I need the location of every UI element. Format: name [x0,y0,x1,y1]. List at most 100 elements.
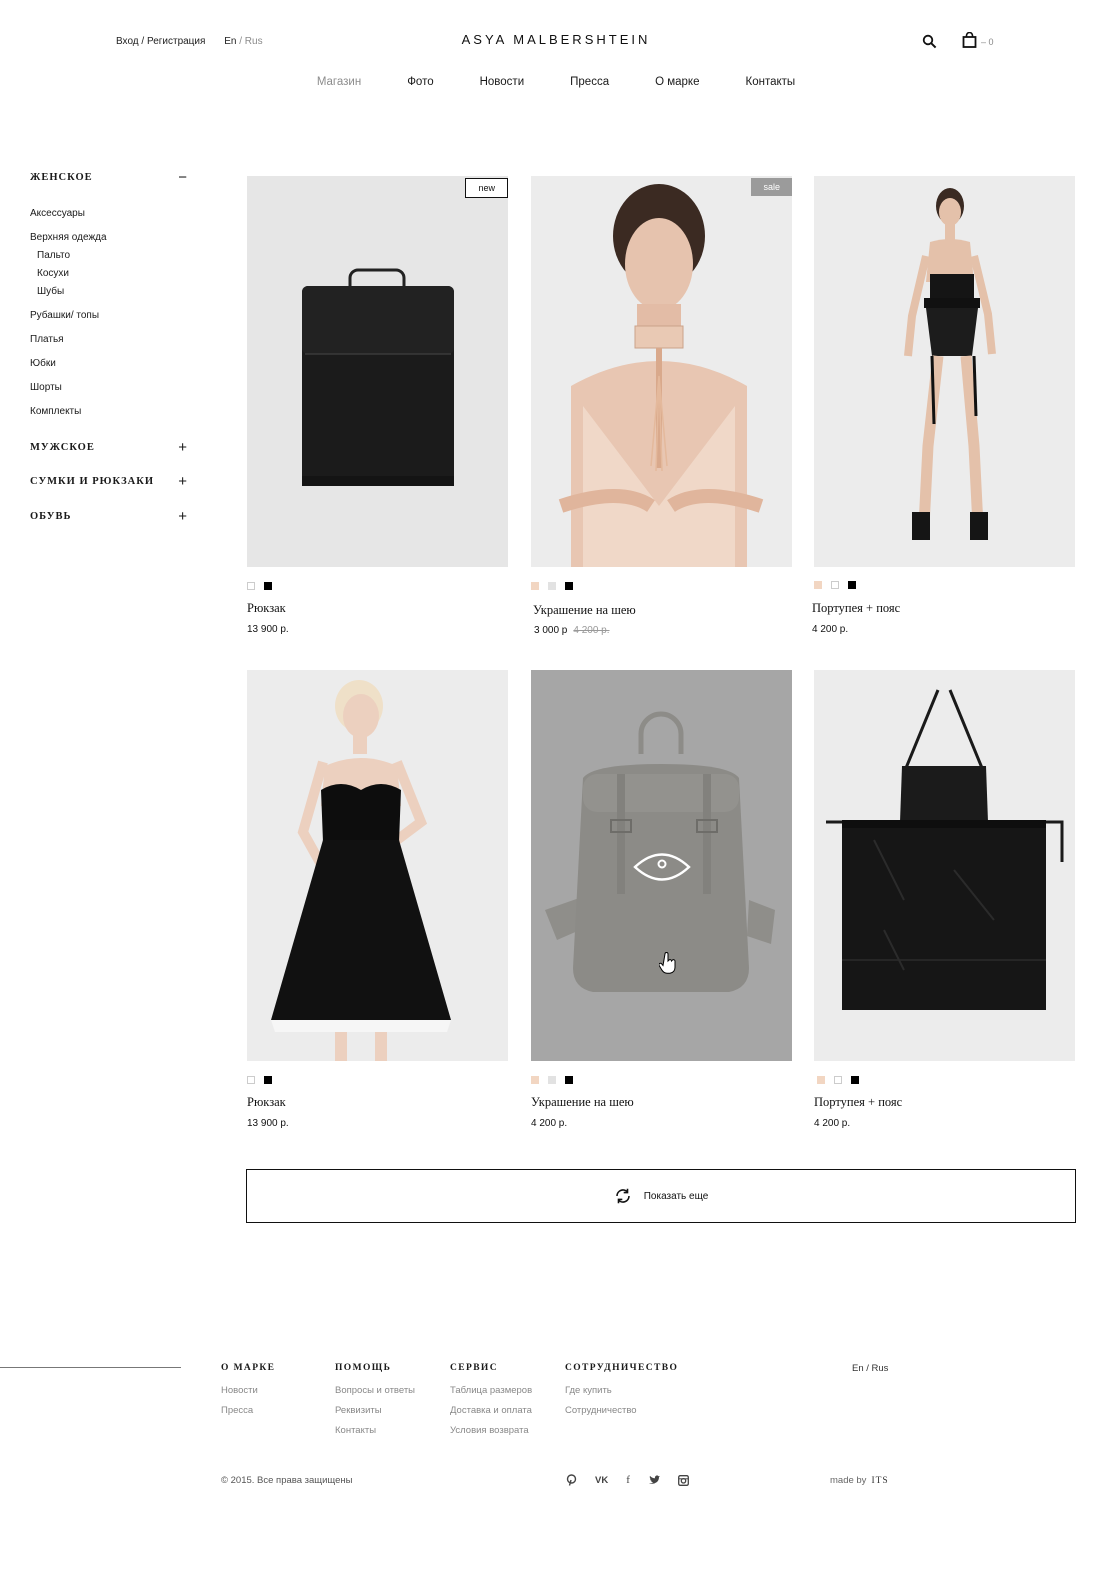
quick-view-eye-icon[interactable] [633,850,691,884]
product-image-dress[interactable] [247,670,508,1061]
nav-about[interactable]: О марке [655,76,699,88]
expand-icon[interactable]: + [178,509,188,524]
product-name[interactable]: Портупея + пояс [812,601,900,616]
product-name[interactable]: Рюкзак [247,601,286,616]
category-shoes[interactable]: ОБУВЬ + [30,509,188,524]
price-current: 4 200 р. [531,1118,568,1129]
footer-link[interactable]: Таблица размеров [450,1385,532,1405]
model-dress-illustration [271,680,451,1061]
facebook-link[interactable]: f [626,1473,630,1487]
refresh-icon [615,1188,630,1204]
pinterest-icon[interactable] [566,1473,577,1487]
made-by-link[interactable]: ITS [871,1476,888,1486]
swatch-nude[interactable] [814,581,822,589]
product-image-neck-ornament[interactable]: sale [531,176,792,567]
swatch-white[interactable] [834,1076,842,1084]
model-harness-illustration [904,188,996,540]
subcategory-outerwear[interactable]: Верхняя одежда [30,230,200,248]
footer-heading: СЕРВИС [450,1363,498,1373]
category-bags[interactable]: СУМКИ И РЮКЗАКИ + [30,474,188,489]
brand-logo[interactable]: ASYA MALBERSHTEIN [0,32,1112,47]
footer-col-service: СЕРВИС Таблица размеров Доставка и оплат… [450,1363,532,1445]
show-more-button[interactable]: Показать еще [246,1169,1076,1223]
footer-link[interactable]: Реквизиты [335,1405,415,1425]
product-name[interactable]: Украшение на шею [533,603,636,618]
subcategory-dresses[interactable]: Платья [30,332,200,356]
product-image-harness[interactable] [814,176,1075,567]
footer-link[interactable]: Сотрудничество [565,1405,678,1425]
footer-link[interactable]: Условия возврата [450,1425,532,1445]
product-card[interactable]: new Рюкзак 13 900 р. [247,176,508,646]
sale-badge: sale [751,178,792,196]
product-card[interactable]: sale Украшение на шею 3 000 р 4 200 р. [531,176,792,646]
product-price: 13 900 р. [247,1118,289,1129]
product-price: 4 200 р. [531,1118,567,1129]
product-image-apron[interactable] [814,670,1075,1061]
swatch-white[interactable] [247,1076,255,1084]
product-card[interactable]: Портупея + пояс 4 200 р. [812,176,1075,646]
swatch-nude[interactable] [531,582,539,590]
price-current: 13 900 р. [247,624,289,635]
expand-icon[interactable]: + [178,474,188,489]
new-badge: new [465,178,508,198]
subcategory-sets[interactable]: Комплекты [30,404,200,428]
model-neck-illustration [558,184,764,567]
instagram-icon[interactable] [677,1473,689,1487]
subcategory-shorts[interactable]: Шорты [30,380,200,404]
product-name[interactable]: Украшение на шею [531,1095,634,1110]
footer-heading: О МАРКЕ [221,1363,276,1373]
vk-link[interactable]: VK [595,1473,608,1487]
category-women[interactable]: ЖЕНСКОЕ − [30,170,188,185]
subcategory-shirts[interactable]: Рубашки/ топы [30,308,200,332]
color-swatches [531,582,573,590]
price-old: 4 200 р. [573,625,610,636]
cart-button[interactable]: – 0 [962,32,994,48]
swatch-black[interactable] [264,582,272,590]
footer-link[interactable]: Контакты [335,1425,415,1445]
twitter-icon[interactable] [648,1473,660,1487]
subcategory-skirts[interactable]: Юбки [30,356,200,380]
nav-press[interactable]: Пресса [570,76,609,88]
product-card[interactable]: Украшение на шею 4 200 р. [531,670,792,1140]
category-bags-label: СУМКИ И РЮКЗАКИ [30,476,155,487]
footer-link[interactable]: Где купить [565,1385,678,1405]
product-image-backpack[interactable]: new [247,176,508,567]
expand-icon[interactable]: + [178,440,188,455]
product-card[interactable]: Рюкзак 13 900 р. [247,670,508,1140]
swatch-black[interactable] [848,581,856,589]
swatch-black[interactable] [851,1076,859,1084]
swatch-grey[interactable] [548,1076,556,1084]
swatch-grey[interactable] [548,582,556,590]
product-name[interactable]: Рюкзак [247,1095,286,1110]
footer-link[interactable]: Пресса [221,1405,275,1425]
collapse-icon[interactable]: − [178,170,188,185]
product-image-grey-backpack[interactable] [531,670,792,1061]
subcategory-leather-jackets[interactable]: Косухи [30,266,200,284]
footer-language-switcher[interactable]: En / Rus [852,1363,888,1374]
swatch-black[interactable] [264,1076,272,1084]
swatch-white[interactable] [247,582,255,590]
category-men[interactable]: МУЖСКОЕ + [30,440,188,455]
subcategory-coats[interactable]: Пальто [30,248,200,266]
nav-contacts[interactable]: Контакты [746,76,796,88]
main-nav: Магазин Фото Новости Пресса О марке Конт… [0,76,1112,88]
search-icon[interactable] [922,34,938,50]
footer-link[interactable]: Вопросы и ответы [335,1385,415,1405]
product-card[interactable]: Портупея + пояс 4 200 р. [814,670,1075,1140]
product-name[interactable]: Портупея + пояс [814,1095,902,1110]
swatch-white[interactable] [831,581,839,589]
nav-shop[interactable]: Магазин [317,76,361,88]
swatch-black[interactable] [565,582,573,590]
footer-link[interactable]: Новости [221,1385,275,1405]
color-swatches [247,582,272,590]
subcategory-accessories[interactable]: Аксессуары [30,206,200,230]
swatch-nude[interactable] [817,1076,825,1084]
nav-news[interactable]: Новости [480,76,525,88]
footer-link[interactable]: Доставка и оплата [450,1405,532,1425]
nav-photo[interactable]: Фото [407,76,433,88]
subcategory-furs[interactable]: Шубы [30,284,200,302]
swatch-black[interactable] [565,1076,573,1084]
cart-count: – 0 [981,37,994,47]
made-by-label: made by [830,1475,867,1486]
swatch-nude[interactable] [531,1076,539,1084]
